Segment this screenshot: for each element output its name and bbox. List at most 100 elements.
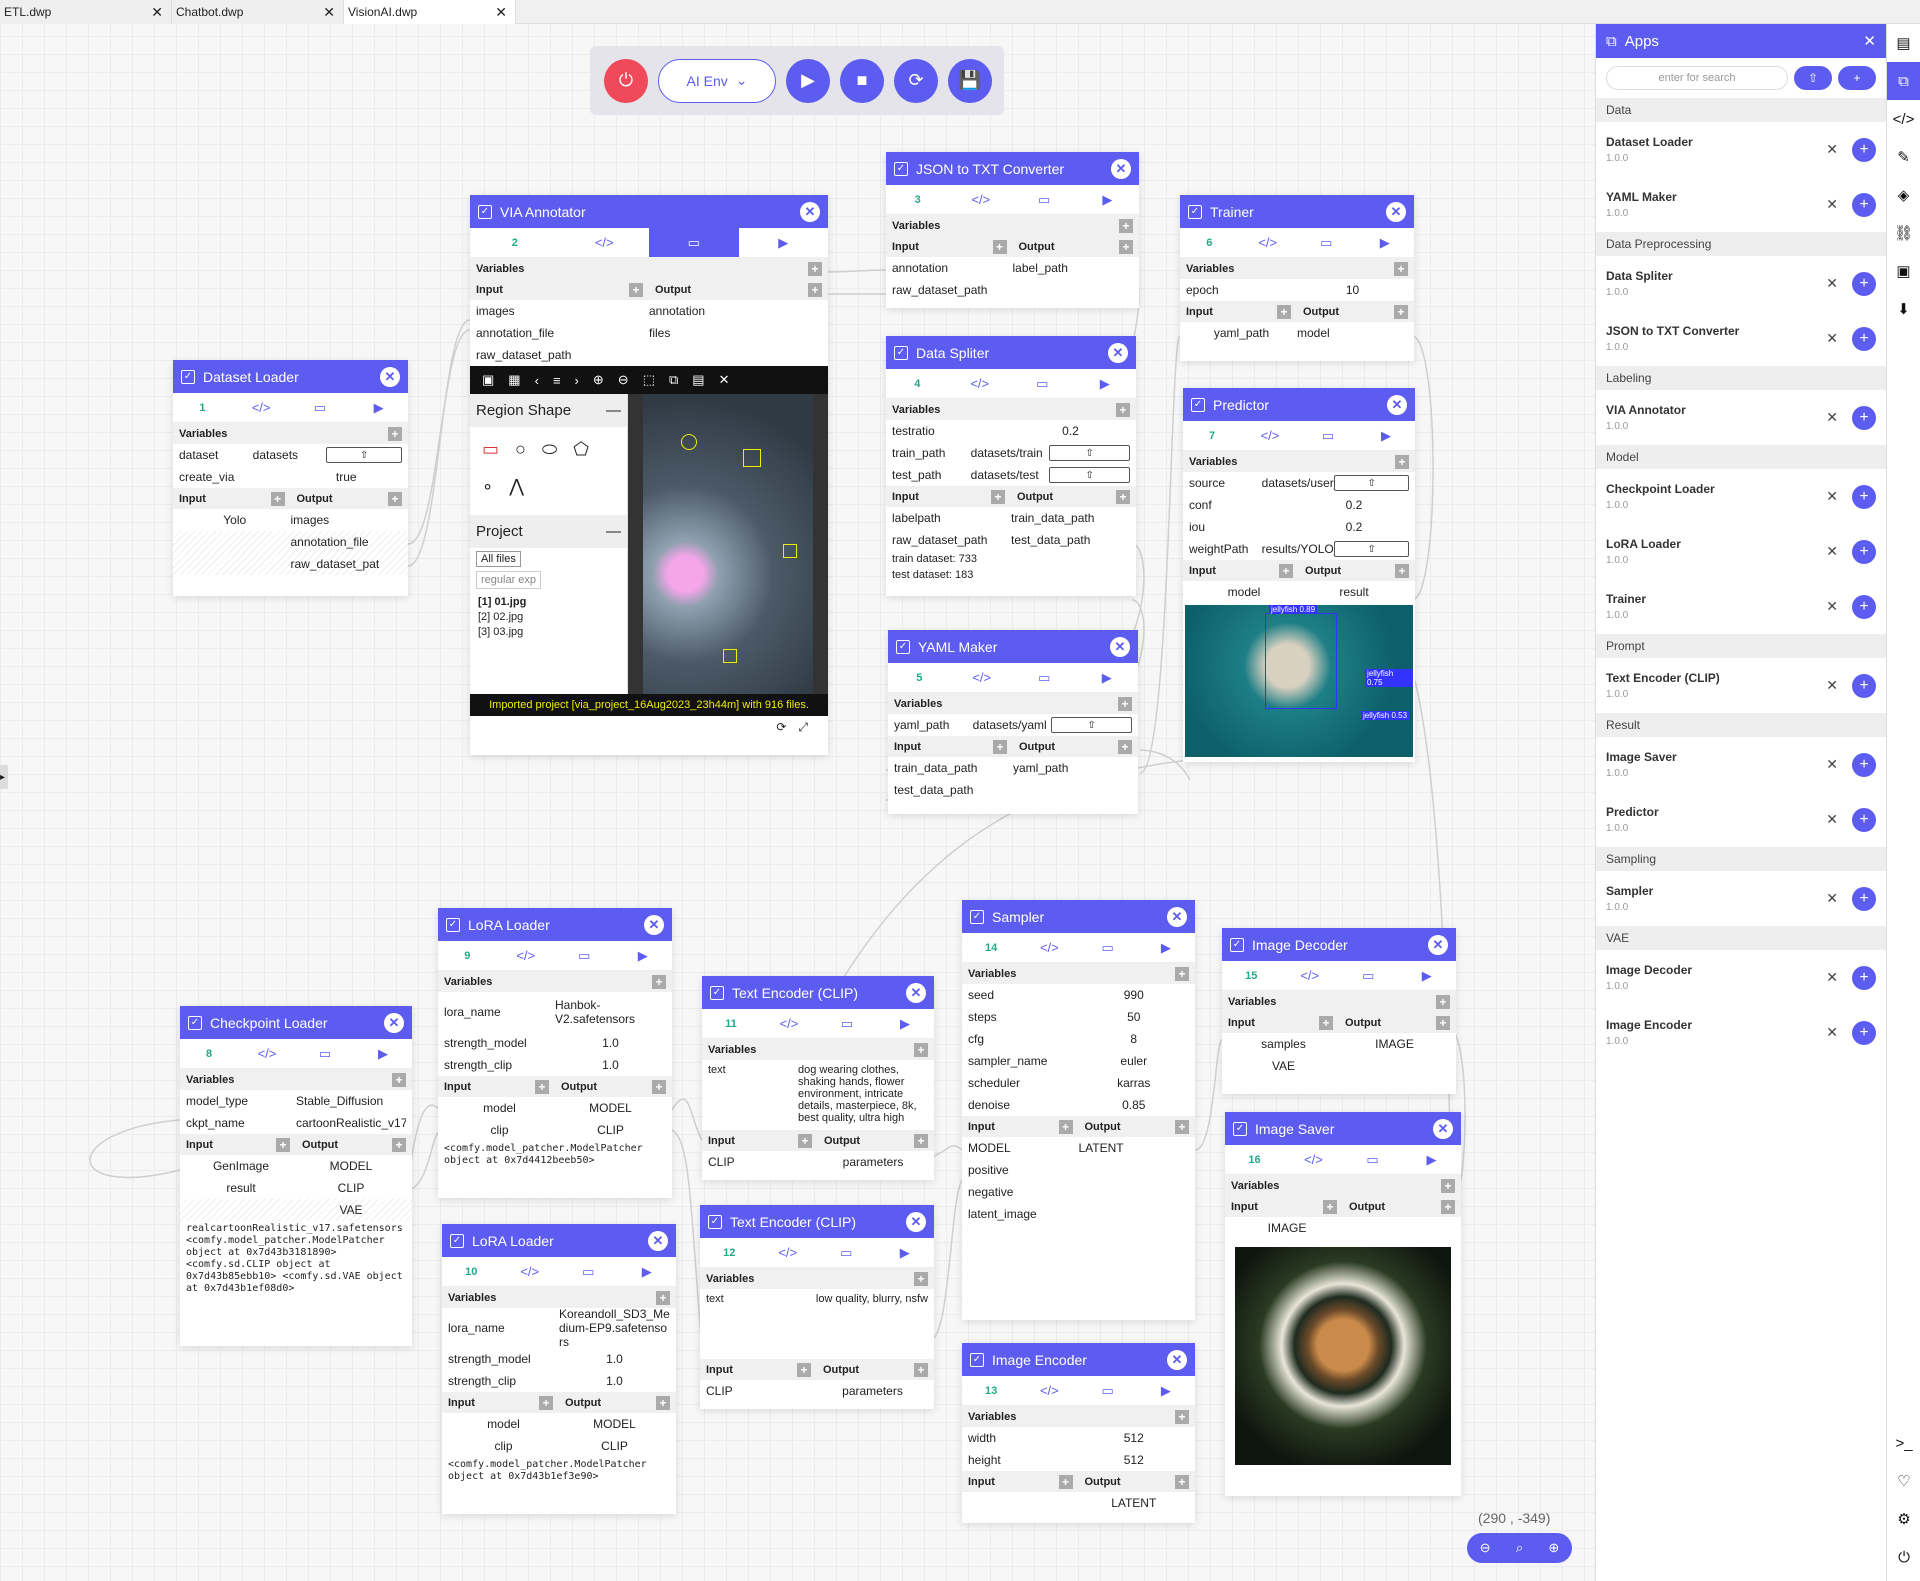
remove-icon[interactable]: ✕ <box>1826 275 1838 292</box>
node-via-annotator[interactable]: ✓ VIA Annotator ✕ 2 </> ▭ ▶ Variables + Input +… <box>470 195 828 755</box>
var-value[interactable]: datasets/test <box>971 468 1050 482</box>
delete-icon[interactable]: ✕ <box>719 372 730 388</box>
add-icon[interactable]: + <box>1118 696 1132 711</box>
play-icon[interactable]: ▶ <box>1076 185 1139 214</box>
code-icon[interactable]: </> <box>497 941 556 970</box>
remove-icon[interactable]: ✕ <box>1826 409 1838 426</box>
close-icon[interactable]: ✕ <box>495 4 507 21</box>
python-icon[interactable]: ◈ <box>1887 176 1920 214</box>
add-icon[interactable]: + <box>991 489 1005 504</box>
node-sampler[interactable]: ✓ Sampler ✕ 14 </> ▭ ▶ Variables + seed 990 ste… <box>962 900 1195 1320</box>
prompt-textarea[interactable]: dog wearing clothes, shaking hands, flow… <box>798 1064 928 1126</box>
code-icon[interactable]: </> <box>232 393 291 422</box>
add-icon[interactable]: + <box>1395 454 1409 469</box>
play-icon[interactable]: ▶ <box>1074 369 1137 398</box>
add-icon[interactable]: + <box>1852 271 1876 296</box>
close-icon[interactable]: ✕ <box>384 1012 404 1033</box>
output-port[interactable]: parameters <box>817 1384 928 1398</box>
check-icon[interactable]: ✓ <box>181 369 195 384</box>
add-icon[interactable]: + <box>1175 966 1189 981</box>
input-port[interactable]: VAE <box>1228 1059 1339 1073</box>
check-icon[interactable]: ✓ <box>1191 397 1205 412</box>
upload-icon[interactable]: ⇧ <box>1334 541 1410 557</box>
var-select[interactable]: Koreandoll_SD3_Medium-EP9.safetensors <box>559 1307 670 1349</box>
rect-shape-icon[interactable]: ▭ <box>482 439 499 460</box>
add-icon[interactable]: + <box>1852 405 1876 430</box>
var-value[interactable]: 0.2 <box>1299 498 1409 512</box>
play-icon[interactable]: ▶ <box>1137 933 1195 962</box>
input-port[interactable]: CLIP <box>706 1384 817 1398</box>
input-port[interactable]: annotation <box>892 261 1013 275</box>
circle-shape-icon[interactable]: ○ <box>515 439 526 460</box>
zoom-out-icon[interactable]: ⊖ <box>618 372 629 388</box>
node-dataset-loader[interactable]: ✓ Dataset Loader ✕ 1 </> ▭ ▶ Variables + datas… <box>173 360 408 596</box>
add-icon[interactable]: + <box>1319 1015 1333 1030</box>
var-value[interactable]: datasets/train <box>971 446 1050 460</box>
add-icon[interactable]: + <box>1175 1474 1189 1489</box>
play-icon[interactable]: ▶ <box>876 1009 934 1038</box>
output-port[interactable]: files <box>649 326 822 340</box>
add-icon[interactable]: + <box>535 1079 549 1094</box>
output-port[interactable]: parameters <box>818 1155 928 1169</box>
add-icon[interactable]: + <box>1323 1199 1337 1214</box>
add-icon[interactable]: + <box>656 1395 670 1410</box>
close-icon[interactable]: ✕ <box>151 4 163 21</box>
close-icon[interactable]: ✕ <box>1386 201 1406 222</box>
health-icon[interactable]: ♡ <box>1887 1462 1920 1500</box>
prompt-textarea[interactable]: low quality, blurry, nsfw <box>796 1293 928 1355</box>
output-port[interactable]: LATENT <box>1079 1141 1190 1155</box>
node-text-encoder-1[interactable]: ✓ Text Encoder (CLIP) ✕ 11 </> ▭ ▶ Variables +… <box>702 976 934 1180</box>
output-port[interactable]: images <box>291 513 403 527</box>
add-icon[interactable]: + <box>798 1133 812 1148</box>
upload-icon[interactable]: ⇧ <box>1051 717 1133 733</box>
var-value[interactable]: 0.85 <box>1079 1098 1190 1112</box>
remove-icon[interactable]: ✕ <box>1826 543 1838 560</box>
refresh-icon[interactable]: ⟳ <box>776 720 786 736</box>
input-port[interactable]: model <box>1189 585 1299 599</box>
check-icon[interactable]: ✓ <box>894 161 908 176</box>
remove-icon[interactable]: ✕ <box>1826 811 1838 828</box>
code-icon[interactable]: </> <box>1284 1145 1343 1174</box>
var-value[interactable]: 50 <box>1079 1010 1190 1024</box>
add-app-button[interactable]: + <box>1838 66 1876 90</box>
play-icon[interactable]: ▶ <box>354 1039 412 1068</box>
check-icon[interactable]: ✓ <box>970 909 984 924</box>
output-port[interactable]: yaml_path <box>1013 761 1132 775</box>
var-select[interactable]: Hanbok-V2.safetensors <box>555 998 666 1026</box>
monitor-icon[interactable]: ▭ <box>1297 228 1356 257</box>
output-port[interactable]: label_path <box>1013 261 1134 275</box>
env-select[interactable]: AI Env ⌄ <box>658 58 776 103</box>
output-port[interactable]: annotation_file <box>291 535 403 549</box>
var-value[interactable]: 0.2 <box>1011 424 1130 438</box>
point-shape-icon[interactable]: ∘ <box>482 476 493 497</box>
node-lora-loader-2[interactable]: ✓ LoRA Loader ✕ 10 </> ▭ ▶ Variables + lora_na… <box>442 1224 676 1514</box>
play-icon[interactable]: ▶ <box>1076 663 1139 692</box>
input-port[interactable]: Yolo <box>179 513 291 527</box>
app-item[interactable]: JSON to TXT Converter 1.0.0 ✕ + <box>1596 311 1886 366</box>
ellipse-shape-icon[interactable]: ⬭ <box>542 439 557 460</box>
download-icon[interactable]: ⬇ <box>1887 290 1920 328</box>
var-value[interactable]: cartoonRealistic_v17.safete <box>296 1116 406 1130</box>
expand-icon[interactable]: ⤢ <box>798 720 808 736</box>
upload-icon[interactable]: ⇧ <box>1334 475 1410 491</box>
save-icon[interactable]: ▣ <box>1887 252 1920 290</box>
output-port[interactable]: raw_dataset_pat <box>291 557 403 571</box>
output-port[interactable]: MODEL <box>555 1101 666 1115</box>
save-icon[interactable]: ▣ <box>482 372 494 388</box>
monitor-icon[interactable]: ▭ <box>1013 663 1076 692</box>
add-icon[interactable]: + <box>276 1137 290 1152</box>
add-icon[interactable]: + <box>1852 326 1876 351</box>
add-icon[interactable]: + <box>797 1362 811 1377</box>
input-port[interactable]: images <box>476 304 649 318</box>
code-icon[interactable]: </> <box>501 1257 560 1286</box>
add-icon[interactable]: + <box>914 1042 928 1057</box>
add-icon[interactable]: + <box>388 426 402 441</box>
collapse-icon[interactable]: — <box>606 523 621 540</box>
remove-icon[interactable]: ✕ <box>1826 488 1838 505</box>
power-icon[interactable]: ⏻ <box>1887 1538 1920 1576</box>
input-port[interactable]: CLIP <box>708 1155 818 1169</box>
app-item[interactable]: Dataset Loader 1.0.0 ✕ + <box>1596 122 1886 177</box>
refresh-button[interactable]: ⟳ <box>894 58 938 103</box>
output-port[interactable]: annotation <box>649 304 822 318</box>
node-trainer[interactable]: ✓ Trainer ✕ 6 </> ▭ ▶ Variables + epoch 10 Inpu… <box>1180 195 1414 361</box>
